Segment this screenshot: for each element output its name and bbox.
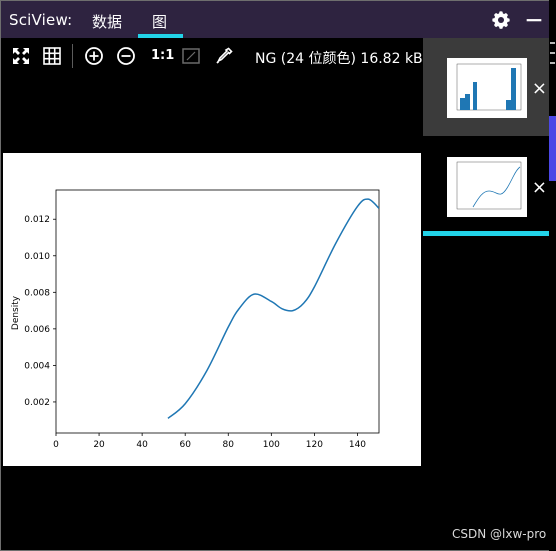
plot-axes-box xyxy=(55,189,380,434)
minimize-icon[interactable] xyxy=(523,9,545,31)
toolbar-divider xyxy=(72,44,73,68)
scrollbar-mark xyxy=(550,52,555,54)
density-thumbnail[interactable] xyxy=(447,157,527,217)
close-icon[interactable]: × xyxy=(532,80,547,98)
actual-size-button[interactable]: 1:1 xyxy=(151,48,174,63)
zoom-out-icon[interactable] xyxy=(116,46,136,66)
x-tick-label: 20 xyxy=(93,440,105,450)
density-series-line xyxy=(167,198,379,419)
thumbnail-item[interactable]: × xyxy=(423,146,549,230)
app-title: SciView: xyxy=(9,11,73,29)
color-picker-icon[interactable] xyxy=(214,46,234,66)
y-tick-label: 0.006 xyxy=(24,325,50,335)
y-tick-label: 0.004 xyxy=(24,361,50,371)
y-axis-label: Density xyxy=(11,295,21,330)
image-toolbar: 1:1 NG (24 位颜色) 16.82 kB xyxy=(1,38,423,74)
x-tick-label: 0 xyxy=(53,440,59,450)
zoom-in-icon[interactable] xyxy=(84,46,104,66)
y-tick-label: 0.008 xyxy=(24,288,50,298)
selected-thumbnail-indicator xyxy=(423,231,549,236)
y-tick-label: 0.012 xyxy=(24,215,50,225)
grid-icon[interactable] xyxy=(42,46,62,66)
y-tick-label: 0.010 xyxy=(24,252,50,262)
right-scrollbar[interactable] xyxy=(549,0,556,551)
density-plot: Density 0.002 0.004 0.006 0.008 0.010 0.012 0… xyxy=(11,189,380,450)
x-tick-label: 60 xyxy=(179,440,191,450)
tab-data[interactable]: 数据 xyxy=(92,11,122,32)
scrollbar-thumb[interactable] xyxy=(549,116,556,181)
tab-plots[interactable]: 图 xyxy=(152,11,167,32)
watermark: CSDN @lxw-pro xyxy=(452,527,547,541)
x-tick-label: 80 xyxy=(223,440,235,450)
image-info: NG (24 位颜色) 16.82 kB xyxy=(255,51,423,67)
title-bar: SciView: 数据 图 xyxy=(1,1,549,38)
x-tick-label: 120 xyxy=(306,440,323,450)
fit-icon[interactable] xyxy=(11,46,31,66)
y-tick-label: 0.002 xyxy=(24,398,50,408)
background-icon[interactable] xyxy=(181,46,201,66)
thumbnail-panel: × × xyxy=(423,38,549,238)
x-tick-label: 140 xyxy=(349,440,366,450)
x-tick-label: 40 xyxy=(136,440,148,450)
x-tick-label: 100 xyxy=(263,440,280,450)
thumbnail-item[interactable]: × xyxy=(423,38,549,136)
scrollbar-mark xyxy=(550,62,555,64)
scrollbar-mark xyxy=(550,42,555,44)
gear-icon[interactable] xyxy=(490,9,512,31)
close-icon[interactable]: × xyxy=(532,179,547,197)
histogram-thumbnail[interactable] xyxy=(447,58,527,118)
plot-image: Density 0.002 0.004 0.006 0.008 0.010 0.012 0… xyxy=(3,153,421,466)
